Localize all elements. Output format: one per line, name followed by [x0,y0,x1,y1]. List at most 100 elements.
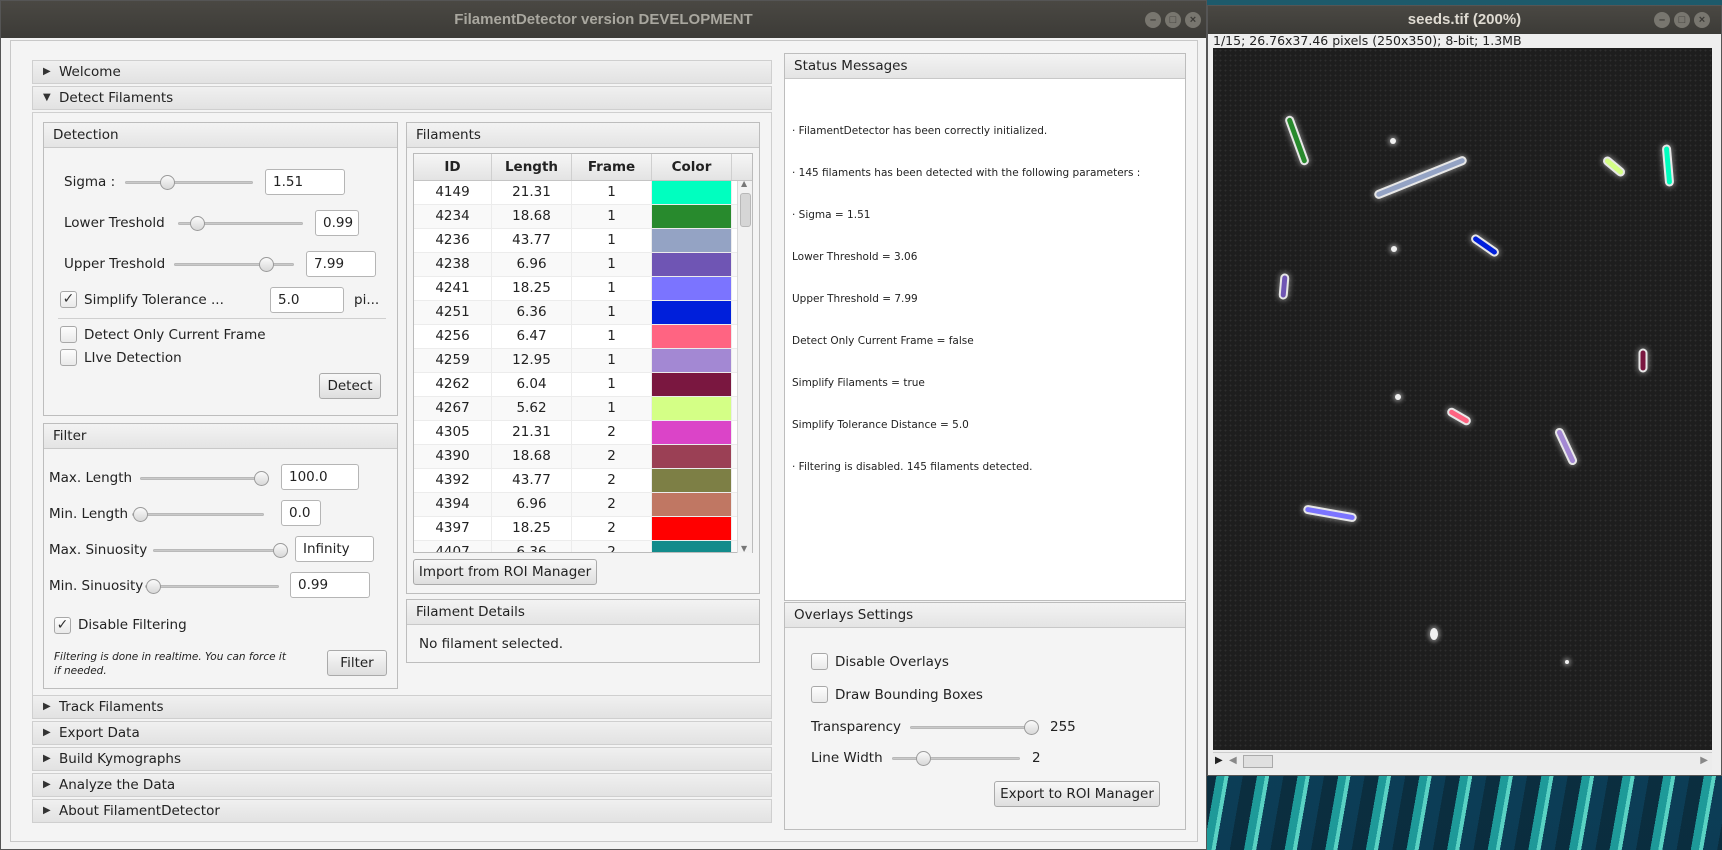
upper-threshold-slider-knob[interactable] [259,257,274,272]
max-sinuosity-slider[interactable] [153,543,288,558]
transparency-slider-knob[interactable] [1024,720,1039,735]
scroll-right-icon[interactable]: ▶ [1700,755,1708,766]
max-length-slider[interactable] [140,471,269,486]
lower-threshold-slider-knob[interactable] [190,216,205,231]
filament-overlay[interactable] [1280,275,1288,298]
max-length-input[interactable]: 100.0 [281,464,359,490]
min-length-slider-knob[interactable] [133,507,148,522]
cell-frame: 2 [572,445,652,468]
simplify-input[interactable]: 5.0 [270,287,344,313]
maximize-icon[interactable]: □ [1165,12,1181,28]
min-length-slider[interactable] [132,507,264,522]
table-row[interactable]: 4236 43.77 1 [414,229,752,253]
max-length-slider-knob[interactable] [254,471,269,486]
cell-length: 43.77 [492,229,572,252]
cell-frame: 2 [572,421,652,444]
min-sinuosity-slider[interactable] [145,579,279,594]
cell-frame: 1 [572,349,652,372]
section-welcome[interactable]: ▶ Welcome [32,60,772,84]
table-row[interactable]: 4259 12.95 1 [414,349,752,373]
filament-overlay[interactable] [1556,429,1576,464]
section-track-filaments[interactable]: ▶ Track Filaments [32,695,772,719]
scroll-down-icon[interactable]: ▼ [741,544,747,553]
max-sinuosity-input[interactable]: Infinity [295,536,374,562]
disable-overlays-checkbox[interactable] [811,653,828,670]
transparency-slider[interactable] [910,720,1039,735]
sigma-slider-knob[interactable] [159,175,175,190]
table-row[interactable]: 4251 6.36 1 [414,301,752,325]
filament-overlay[interactable] [1603,157,1625,176]
min-sinuosity-input[interactable]: 0.99 [290,572,370,598]
image-frame-scrollbar[interactable]: ▶ ◀ ▶ [1213,752,1712,770]
min-sinuosity-slider-knob[interactable] [146,579,161,594]
current-frame-checkbox[interactable] [60,326,77,343]
live-detection-label: LIve Detection [84,350,182,366]
filament-overlay[interactable] [1375,157,1466,198]
filter-button[interactable]: Filter [327,650,387,676]
table-row[interactable]: 4305 21.31 2 [414,421,752,445]
minimize-icon[interactable]: – [1654,12,1670,28]
maximize-icon[interactable]: □ [1674,12,1690,28]
upper-threshold-slider[interactable] [174,257,294,272]
close-icon[interactable]: × [1694,12,1710,28]
table-row[interactable]: 4262 6.04 1 [414,373,752,397]
filament-overlay[interactable] [1640,350,1646,371]
column-header-id[interactable]: ID [414,154,492,180]
upper-threshold-input[interactable]: 7.99 [306,251,376,277]
table-row[interactable]: 4397 18.25 2 [414,517,752,541]
cell-color-swatch [652,229,732,252]
sigma-label: Sigma : [64,174,116,190]
filament-overlay[interactable] [1304,506,1356,521]
sigma-slider[interactable] [125,175,253,190]
table-row[interactable]: 4392 43.77 2 [414,469,752,493]
min-length-input[interactable]: 0.0 [281,500,321,526]
table-row[interactable]: 4267 5.62 1 [414,397,752,421]
lower-threshold-slider[interactable] [178,216,303,231]
column-header-frame[interactable]: Frame [572,154,652,180]
export-to-roi-button[interactable]: Export to ROI Manager [994,781,1160,807]
import-from-roi-button[interactable]: Import from ROI Manager [413,559,597,585]
scroll-up-icon[interactable]: ▲ [741,179,747,188]
filament-details-text: No filament selected. [419,636,564,652]
sigma-input[interactable]: 1.51 [265,169,345,195]
section-detect-filaments[interactable]: ▼ Detect Filaments [32,86,772,110]
close-icon[interactable]: × [1185,12,1201,28]
line-width-slider[interactable] [892,751,1020,766]
section-analyze-the-data[interactable]: ▶ Analyze the Data [32,773,772,797]
scroll-left-icon[interactable]: ◀ [1229,755,1237,766]
section-about-filamentdetector[interactable]: ▶ About FilamentDetector [32,799,772,823]
line-width-slider-knob[interactable] [915,751,931,766]
lower-threshold-input[interactable]: 0.99 [315,210,359,236]
filament-overlay[interactable] [1448,408,1470,425]
table-row[interactable]: 4256 6.47 1 [414,325,752,349]
table-row[interactable]: 4234 18.68 1 [414,205,752,229]
disable-filtering-checkbox[interactable]: ✓ [54,617,71,634]
table-row[interactable]: 4390 18.68 2 [414,445,752,469]
scrollbar-thumb[interactable] [740,193,751,227]
column-header-length[interactable]: Length [492,154,572,180]
image-window-titlebar[interactable]: seeds.tif (200%) – □ × [1208,6,1721,34]
section-build-kymographs[interactable]: ▶ Build Kymographs [32,747,772,771]
simplify-checkbox[interactable]: ✓ [60,291,77,308]
detect-button[interactable]: Detect [319,373,381,399]
table-row[interactable]: 4238 6.96 1 [414,253,752,277]
table-row[interactable]: 4241 18.25 1 [414,277,752,301]
max-sinuosity-slider-knob[interactable] [273,543,288,558]
table-row[interactable]: 4149 21.31 1 [414,181,752,205]
section-export-data[interactable]: ▶ Export Data [32,721,772,745]
filament-overlay[interactable] [1472,235,1498,256]
filaments-table-scrollbar[interactable]: ▲ ▼ [737,179,752,553]
main-window-titlebar[interactable]: FilamentDetector version DEVELOPMENT – □… [1,1,1206,38]
frame-slider-thumb[interactable] [1243,755,1273,768]
live-detection-checkbox[interactable] [60,349,77,366]
table-row[interactable]: 4394 6.96 2 [414,493,752,517]
filaments-table[interactable]: ID Length Frame Color 4149 21.31 1 4234 18.6… [413,153,753,553]
column-header-color[interactable]: Color [652,154,732,180]
image-canvas[interactable] [1213,48,1712,750]
table-row[interactable]: 4407 6.36 2 [414,541,752,552]
play-icon[interactable]: ▶ [1215,755,1223,766]
filament-overlay[interactable] [1286,117,1308,164]
filament-overlay[interactable] [1663,146,1673,185]
draw-bounding-boxes-checkbox[interactable] [811,686,828,703]
minimize-icon[interactable]: – [1145,12,1161,28]
